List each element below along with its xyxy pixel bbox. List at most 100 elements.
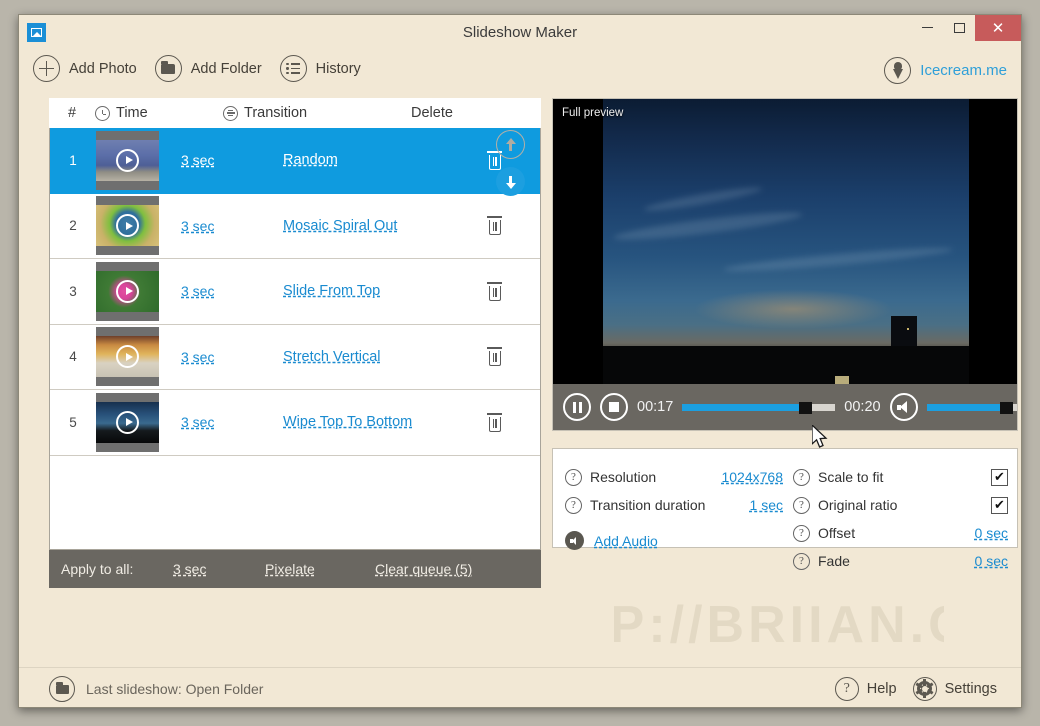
clear-queue-link[interactable]: Clear queue (5)	[375, 561, 472, 577]
row-delete-button[interactable]	[477, 281, 540, 301]
table-row[interactable]: 3 3 sec Slide From Top	[50, 259, 540, 325]
thumbnail[interactable]	[96, 130, 159, 190]
pause-button[interactable]	[563, 393, 591, 421]
apply-duration-link[interactable]: 3 sec	[173, 561, 265, 577]
volume-slider[interactable]	[926, 401, 1017, 414]
original-ratio-label: Original ratio	[818, 497, 898, 513]
row-delete-button[interactable]	[477, 347, 540, 367]
row-transition[interactable]: Wipe Top To Bottom	[271, 414, 477, 430]
question-icon: ?	[834, 676, 859, 701]
fade-label: Fade	[818, 553, 850, 569]
original-ratio-row: ? Original ratio ✔	[793, 491, 1008, 519]
trash-icon	[486, 216, 503, 236]
fade-row: ? Fade 0 sec	[793, 547, 1008, 575]
app-window: Slideshow Maker ✕ Add Photo Add Folder H…	[18, 14, 1022, 708]
help-icon[interactable]: ?	[565, 468, 582, 486]
preview-player[interactable]: Full preview 00:17 00:20	[552, 98, 1018, 431]
main-toolbar: Add Photo Add Folder History Icecream.me	[19, 51, 1021, 98]
stop-button[interactable]	[600, 393, 628, 421]
row-time[interactable]: 3 sec	[159, 218, 271, 234]
history-button[interactable]: History	[279, 55, 361, 82]
brand-link[interactable]: Icecream.me	[884, 57, 1007, 84]
player-controls: 00:17 00:20	[553, 384, 1017, 430]
stop-icon	[609, 402, 619, 412]
thumbnail[interactable]	[96, 327, 159, 387]
header-time: Time	[95, 105, 223, 121]
maximize-button[interactable]	[943, 15, 975, 41]
help-button[interactable]: ? Help	[834, 676, 897, 701]
title-bar: Slideshow Maker ✕	[19, 15, 1021, 51]
brand-label: Icecream.me	[920, 62, 1007, 79]
row-time[interactable]: 3 sec	[159, 283, 271, 299]
row-delete-button[interactable]	[477, 216, 540, 236]
fade-value[interactable]: 0 sec	[975, 553, 1008, 569]
add-photo-label: Add Photo	[69, 60, 137, 77]
help-icon[interactable]: ?	[565, 496, 582, 514]
row-number: 4	[69, 349, 77, 365]
window-title: Slideshow Maker	[462, 24, 578, 41]
row-transition[interactable]: Mosaic Spiral Out	[271, 218, 477, 234]
thumbnail[interactable]	[96, 196, 159, 256]
seek-slider[interactable]	[682, 401, 836, 414]
settings-button[interactable]: Settings	[912, 676, 997, 701]
thumbnail[interactable]	[96, 261, 159, 321]
arrow-up-icon	[504, 137, 517, 152]
add-audio-button[interactable]: Add Audio	[565, 531, 658, 550]
row-time[interactable]: 3 sec	[159, 414, 271, 430]
table-row[interactable]: 1 3 sec Random	[50, 128, 540, 194]
transition-duration-label: Transition duration	[590, 497, 706, 513]
add-photo-button[interactable]: Add Photo	[33, 55, 137, 82]
resolution-value[interactable]: 1024x768	[721, 469, 783, 485]
close-button[interactable]: ✕	[975, 15, 1021, 41]
scale-to-fit-checkbox[interactable]: ✔	[991, 468, 1008, 486]
folder-icon	[154, 55, 182, 82]
trash-icon	[486, 347, 503, 367]
right-panel: Full preview 00:17 00:20 ? Resolution 10…	[552, 98, 1021, 570]
transition-icon	[223, 105, 238, 121]
table-row[interactable]: 5 3 sec Wipe Top To Bottom	[50, 390, 540, 456]
move-up-button[interactable]	[496, 130, 525, 159]
transition-duration-row: ? Transition duration 1 sec	[565, 491, 783, 519]
row-time[interactable]: 3 sec	[159, 152, 271, 168]
row-delete-button[interactable]	[477, 412, 540, 432]
status-bar: Last slideshow: Open Folder ? Help Setti…	[19, 667, 1021, 707]
last-slideshow-button[interactable]: Last slideshow: Open Folder	[49, 675, 264, 702]
table-row[interactable]: 4 3 sec Stretch Vertical	[50, 325, 540, 390]
preview-image	[603, 99, 969, 404]
transition-duration-value[interactable]: 1 sec	[750, 497, 783, 513]
header-delete: Delete	[411, 105, 453, 121]
help-label: Help	[866, 680, 897, 697]
volume-button[interactable]	[889, 393, 918, 421]
help-icon[interactable]: ?	[793, 496, 810, 514]
photo-queue-panel: # Time Transition Delete 1 3 sec Random …	[49, 98, 541, 588]
original-ratio-checkbox[interactable]: ✔	[991, 496, 1008, 514]
row-number: 3	[69, 283, 77, 299]
main-content: # Time Transition Delete 1 3 sec Random …	[19, 98, 1021, 612]
gear-icon	[912, 676, 937, 701]
mouse-cursor	[812, 425, 828, 448]
help-icon[interactable]: ?	[793, 468, 810, 486]
table-row[interactable]: 2 3 sec Mosaic Spiral Out	[50, 194, 540, 259]
thumbnail[interactable]	[96, 392, 159, 452]
speaker-icon	[896, 401, 911, 413]
queue-list[interactable]: 1 3 sec Random 2 3 sec Mosaic Spiral Out…	[49, 128, 541, 550]
row-number: 1	[69, 152, 77, 168]
help-icon[interactable]: ?	[793, 552, 810, 570]
settings-label: Settings	[944, 680, 997, 697]
apply-transition-link[interactable]: Pixelate	[265, 561, 375, 577]
row-transition[interactable]: Stretch Vertical	[271, 349, 477, 365]
offset-value[interactable]: 0 sec	[975, 525, 1008, 541]
trash-icon	[486, 281, 503, 301]
pause-icon	[572, 401, 582, 413]
apply-to-all-label: Apply to all:	[61, 561, 134, 577]
help-icon[interactable]: ?	[793, 524, 810, 542]
minimize-button[interactable]	[911, 15, 943, 41]
play-overlay-icon	[116, 148, 139, 172]
last-slideshow-label: Last slideshow: Open Folder	[86, 680, 264, 697]
row-transition[interactable]: Slide From Top	[271, 283, 477, 299]
resolution-row: ? Resolution 1024x768	[565, 463, 783, 491]
row-time[interactable]: 3 sec	[159, 349, 271, 365]
move-down-button[interactable]	[496, 167, 525, 196]
row-transition[interactable]: Random	[271, 152, 477, 168]
add-folder-button[interactable]: Add Folder	[154, 55, 262, 82]
